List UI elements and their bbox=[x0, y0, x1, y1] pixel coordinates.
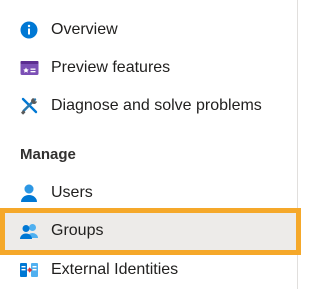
nav-item-label: Overview bbox=[51, 21, 118, 38]
nav-item-external-identities[interactable]: External Identities bbox=[0, 251, 297, 289]
nav-item-label: Diagnose and solve problems bbox=[51, 97, 262, 114]
section-heading-manage: Manage bbox=[20, 146, 76, 163]
preview-features-icon bbox=[19, 58, 39, 78]
nav-item-overview[interactable]: Overview bbox=[0, 11, 297, 49]
external-identities-icon bbox=[19, 260, 39, 280]
nav-item-label: Users bbox=[51, 184, 93, 201]
nav-item-users[interactable]: Users bbox=[0, 174, 297, 212]
groups-icon bbox=[19, 221, 39, 241]
wrench-screwdriver-icon bbox=[19, 96, 39, 116]
info-icon bbox=[19, 20, 39, 40]
scrollbar-track[interactable] bbox=[298, 0, 304, 289]
user-icon bbox=[19, 183, 39, 203]
nav-item-label: External Identities bbox=[51, 261, 179, 278]
nav-item-diagnose-and-solve-problems[interactable]: Diagnose and solve problems bbox=[0, 87, 297, 125]
nav-item-label: Groups bbox=[51, 222, 104, 239]
nav-item-label: Preview features bbox=[51, 59, 171, 76]
nav-item-preview-features[interactable]: Preview features bbox=[0, 49, 297, 87]
nav-item-groups[interactable]: Groups bbox=[0, 212, 297, 250]
left-navigation-menu: Overview Preview features Diagnose and s… bbox=[0, 0, 298, 289]
